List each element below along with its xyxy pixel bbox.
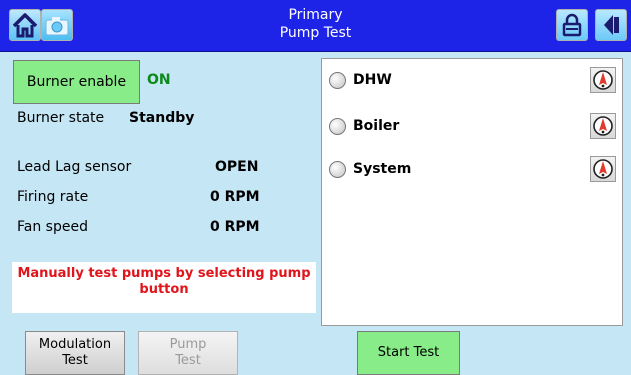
pump-system-label: System — [353, 161, 412, 177]
lead-lag-sensor-value: OPEN — [215, 159, 259, 175]
home-icon — [12, 13, 38, 38]
tab-pump-test[interactable]: Pump Test — [138, 331, 238, 375]
fan-speed-label: Fan speed — [17, 219, 88, 235]
fan-speed-value: 0 RPM — [210, 219, 260, 235]
pump-system-radio[interactable] — [329, 161, 346, 178]
pump-dhw-gauge-button[interactable] — [590, 67, 616, 93]
pump-boiler-gauge-button[interactable] — [590, 113, 616, 139]
pump-boiler-radio[interactable] — [329, 118, 346, 135]
lock-icon — [562, 13, 582, 37]
instruction-note: Manually test pumps by selecting pump bu… — [12, 262, 316, 313]
burner-enable-button[interactable]: Burner enable — [13, 60, 140, 104]
burner-state-value: Standby — [129, 110, 195, 126]
back-button[interactable] — [595, 9, 627, 41]
pump-row-dhw[interactable]: DHW — [329, 67, 617, 95]
lock-button[interactable] — [556, 9, 588, 41]
instruction-line-2: button — [139, 282, 189, 297]
pump-dhw-label: DHW — [353, 72, 392, 88]
pump-system-gauge-button[interactable] — [590, 156, 616, 182]
pump-row-boiler[interactable]: Boiler — [329, 113, 617, 141]
home-button[interactable] — [9, 9, 41, 41]
instruction-line-1: Manually test pumps by selecting pump — [17, 266, 311, 281]
tab-modulation-line-1: Modulation — [38, 337, 112, 352]
title-line-1: Primary — [288, 7, 343, 23]
back-icon — [604, 15, 619, 35]
pump-gauge-icon — [593, 159, 613, 179]
pump-gauge-icon — [593, 70, 613, 90]
start-test-button[interactable]: Start Test — [357, 331, 460, 375]
tab-pump-line-2: Test — [175, 353, 201, 368]
pump-list-panel: DHW Boiler System — [321, 58, 623, 326]
tab-modulation-line-2: Test — [62, 353, 88, 368]
tab-pump-line-1: Pump — [169, 337, 207, 352]
burner-enable-status: ON — [147, 72, 171, 88]
lead-lag-sensor-label: Lead Lag sensor — [17, 159, 132, 175]
camera-button[interactable] — [41, 9, 73, 41]
pump-row-system[interactable]: System — [329, 156, 617, 184]
camera-icon — [45, 17, 69, 36]
title-line-2: Pump Test — [279, 25, 352, 41]
page-title: Primary Pump Test — [150, 6, 481, 42]
firing-rate-label: Firing rate — [17, 189, 89, 205]
pump-boiler-label: Boiler — [353, 118, 400, 134]
tab-modulation-test[interactable]: Modulation Test — [25, 331, 125, 375]
burner-state-label: Burner state — [17, 110, 105, 126]
pump-dhw-radio[interactable] — [329, 72, 346, 89]
header-bar: Primary Pump Test — [0, 0, 631, 52]
pump-gauge-icon — [593, 116, 613, 136]
firing-rate-value: 0 RPM — [210, 189, 260, 205]
